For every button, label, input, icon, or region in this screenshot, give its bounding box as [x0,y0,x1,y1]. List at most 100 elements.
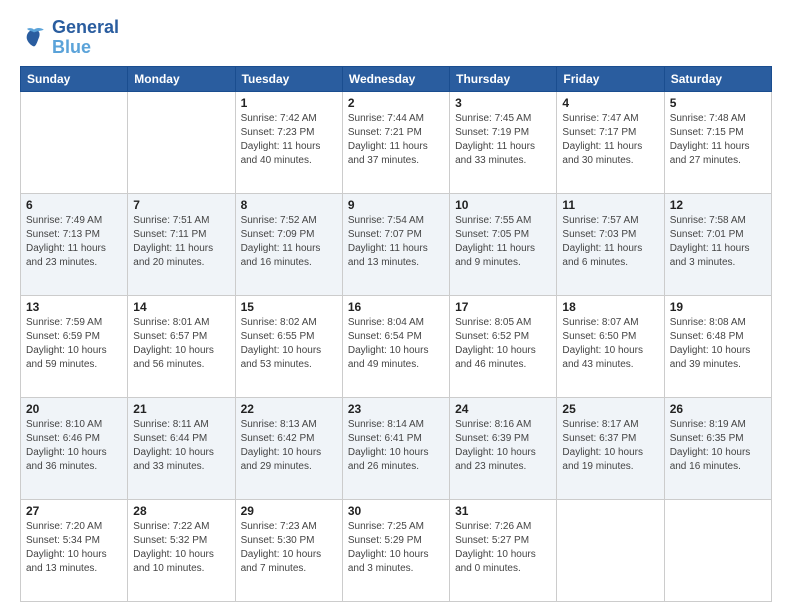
calendar-cell: 27 Sunrise: 7:20 AMSunset: 5:34 PMDayligh… [21,499,128,601]
day-number: 13 [26,300,122,314]
weekday-monday: Monday [128,66,235,91]
logo-text: General Blue [52,18,119,58]
weekday-wednesday: Wednesday [342,66,449,91]
calendar-cell [664,499,771,601]
day-number: 8 [241,198,337,212]
day-number: 21 [133,402,229,416]
calendar-cell [557,499,664,601]
calendar-cell: 3 Sunrise: 7:45 AMSunset: 7:19 PMDaylight… [450,91,557,193]
day-number: 6 [26,198,122,212]
day-number: 28 [133,504,229,518]
day-number: 5 [670,96,766,110]
day-number: 26 [670,402,766,416]
calendar-cell: 20 Sunrise: 8:10 AMSunset: 6:46 PMDayligh… [21,397,128,499]
calendar-cell: 12 Sunrise: 7:58 AMSunset: 7:01 PMDayligh… [664,193,771,295]
weekday-tuesday: Tuesday [235,66,342,91]
day-info: Sunrise: 7:57 AMSunset: 7:03 PMDaylight:… [562,214,658,270]
day-number: 25 [562,402,658,416]
day-info: Sunrise: 7:47 AMSunset: 7:17 PMDaylight:… [562,112,658,168]
day-number: 29 [241,504,337,518]
day-info: Sunrise: 7:52 AMSunset: 7:09 PMDaylight:… [241,214,337,270]
day-number: 18 [562,300,658,314]
day-info: Sunrise: 8:11 AMSunset: 6:44 PMDaylight:… [133,418,229,474]
day-info: Sunrise: 7:59 AMSunset: 6:59 PMDaylight:… [26,316,122,372]
week-row-4: 20 Sunrise: 8:10 AMSunset: 6:46 PMDayligh… [21,397,772,499]
calendar-cell: 28 Sunrise: 7:22 AMSunset: 5:32 PMDayligh… [128,499,235,601]
weekday-sunday: Sunday [21,66,128,91]
calendar-cell: 22Sunrise: 8:13 AMSunset: 6:42 PMDayligh… [235,397,342,499]
day-number: 16 [348,300,444,314]
day-info: Sunrise: 8:02 AMSunset: 6:55 PMDaylight:… [241,316,337,372]
calendar-cell: 14 Sunrise: 8:01 AMSunset: 6:57 PMDayligh… [128,295,235,397]
logo: General Blue [20,18,119,58]
calendar-cell: 9Sunrise: 7:54 AMSunset: 7:07 PMDaylight… [342,193,449,295]
calendar-cell: 19 Sunrise: 8:08 AMSunset: 6:48 PMDayligh… [664,295,771,397]
weekday-friday: Friday [557,66,664,91]
day-info: Sunrise: 7:45 AMSunset: 7:19 PMDaylight:… [455,112,551,168]
header: General Blue [20,18,772,58]
calendar-cell: 24 Sunrise: 8:16 AMSunset: 6:39 PMDayligh… [450,397,557,499]
day-info: Sunrise: 7:23 AMSunset: 5:30 PMDaylight:… [241,520,337,576]
day-info: Sunrise: 7:48 AMSunset: 7:15 PMDaylight:… [670,112,766,168]
calendar-cell: 21 Sunrise: 8:11 AMSunset: 6:44 PMDayligh… [128,397,235,499]
page: General Blue SundayMondayTuesdayWednesda… [0,0,792,612]
day-number: 14 [133,300,229,314]
week-row-1: 1Sunrise: 7:42 AMSunset: 7:23 PMDaylight… [21,91,772,193]
calendar-cell: 1Sunrise: 7:42 AMSunset: 7:23 PMDaylight… [235,91,342,193]
day-info: Sunrise: 7:25 AMSunset: 5:29 PMDaylight:… [348,520,444,576]
calendar-cell: 23 Sunrise: 8:14 AMSunset: 6:41 PMDayligh… [342,397,449,499]
day-number: 27 [26,504,122,518]
calendar-cell [21,91,128,193]
day-info: Sunrise: 8:10 AMSunset: 6:46 PMDaylight:… [26,418,122,474]
day-info: Sunrise: 7:22 AMSunset: 5:32 PMDaylight:… [133,520,229,576]
calendar-cell: 7 Sunrise: 7:51 AMSunset: 7:11 PMDaylight… [128,193,235,295]
day-info: Sunrise: 8:01 AMSunset: 6:57 PMDaylight:… [133,316,229,372]
day-number: 12 [670,198,766,212]
calendar-cell: 10 Sunrise: 7:55 AMSunset: 7:05 PMDayligh… [450,193,557,295]
day-info: Sunrise: 7:54 AMSunset: 7:07 PMDaylight:… [348,214,444,270]
week-row-5: 27 Sunrise: 7:20 AMSunset: 5:34 PMDayligh… [21,499,772,601]
day-info: Sunrise: 8:14 AMSunset: 6:41 PMDaylight:… [348,418,444,474]
day-info: Sunrise: 8:17 AMSunset: 6:37 PMDaylight:… [562,418,658,474]
week-row-3: 13 Sunrise: 7:59 AMSunset: 6:59 PMDayligh… [21,295,772,397]
day-number: 23 [348,402,444,416]
day-number: 10 [455,198,551,212]
day-info: Sunrise: 8:04 AMSunset: 6:54 PMDaylight:… [348,316,444,372]
calendar-cell: 2Sunrise: 7:44 AMSunset: 7:21 PMDaylight… [342,91,449,193]
calendar-cell: 31Sunrise: 7:26 AMSunset: 5:27 PMDayligh… [450,499,557,601]
weekday-saturday: Saturday [664,66,771,91]
day-info: Sunrise: 7:20 AMSunset: 5:34 PMDaylight:… [26,520,122,576]
logo-icon [20,24,48,52]
calendar-cell: 25 Sunrise: 8:17 AMSunset: 6:37 PMDayligh… [557,397,664,499]
calendar-cell: 16 Sunrise: 8:04 AMSunset: 6:54 PMDayligh… [342,295,449,397]
day-info: Sunrise: 8:16 AMSunset: 6:39 PMDaylight:… [455,418,551,474]
calendar-cell: 8 Sunrise: 7:52 AMSunset: 7:09 PMDaylight… [235,193,342,295]
calendar-cell: 29 Sunrise: 7:23 AMSunset: 5:30 PMDayligh… [235,499,342,601]
day-number: 2 [348,96,444,110]
day-info: Sunrise: 7:42 AMSunset: 7:23 PMDaylight:… [241,112,337,168]
calendar-cell [128,91,235,193]
day-info: Sunrise: 8:19 AMSunset: 6:35 PMDaylight:… [670,418,766,474]
calendar-cell: 5 Sunrise: 7:48 AMSunset: 7:15 PMDaylight… [664,91,771,193]
day-number: 19 [670,300,766,314]
day-info: Sunrise: 7:55 AMSunset: 7:05 PMDaylight:… [455,214,551,270]
calendar-cell: 13 Sunrise: 7:59 AMSunset: 6:59 PMDayligh… [21,295,128,397]
day-number: 20 [26,402,122,416]
day-number: 24 [455,402,551,416]
calendar-cell: 4 Sunrise: 7:47 AMSunset: 7:17 PMDaylight… [557,91,664,193]
calendar-header-row: SundayMondayTuesdayWednesdayThursdayFrid… [21,66,772,91]
day-info: Sunrise: 7:58 AMSunset: 7:01 PMDaylight:… [670,214,766,270]
day-number: 3 [455,96,551,110]
day-info: Sunrise: 8:08 AMSunset: 6:48 PMDaylight:… [670,316,766,372]
calendar-cell: 11Sunrise: 7:57 AMSunset: 7:03 PMDayligh… [557,193,664,295]
calendar-cell: 18Sunrise: 8:07 AMSunset: 6:50 PMDayligh… [557,295,664,397]
day-number: 4 [562,96,658,110]
day-number: 30 [348,504,444,518]
day-number: 17 [455,300,551,314]
day-number: 22 [241,402,337,416]
day-info: Sunrise: 7:51 AMSunset: 7:11 PMDaylight:… [133,214,229,270]
day-number: 31 [455,504,551,518]
weekday-thursday: Thursday [450,66,557,91]
day-number: 7 [133,198,229,212]
calendar-cell: 26 Sunrise: 8:19 AMSunset: 6:35 PMDayligh… [664,397,771,499]
